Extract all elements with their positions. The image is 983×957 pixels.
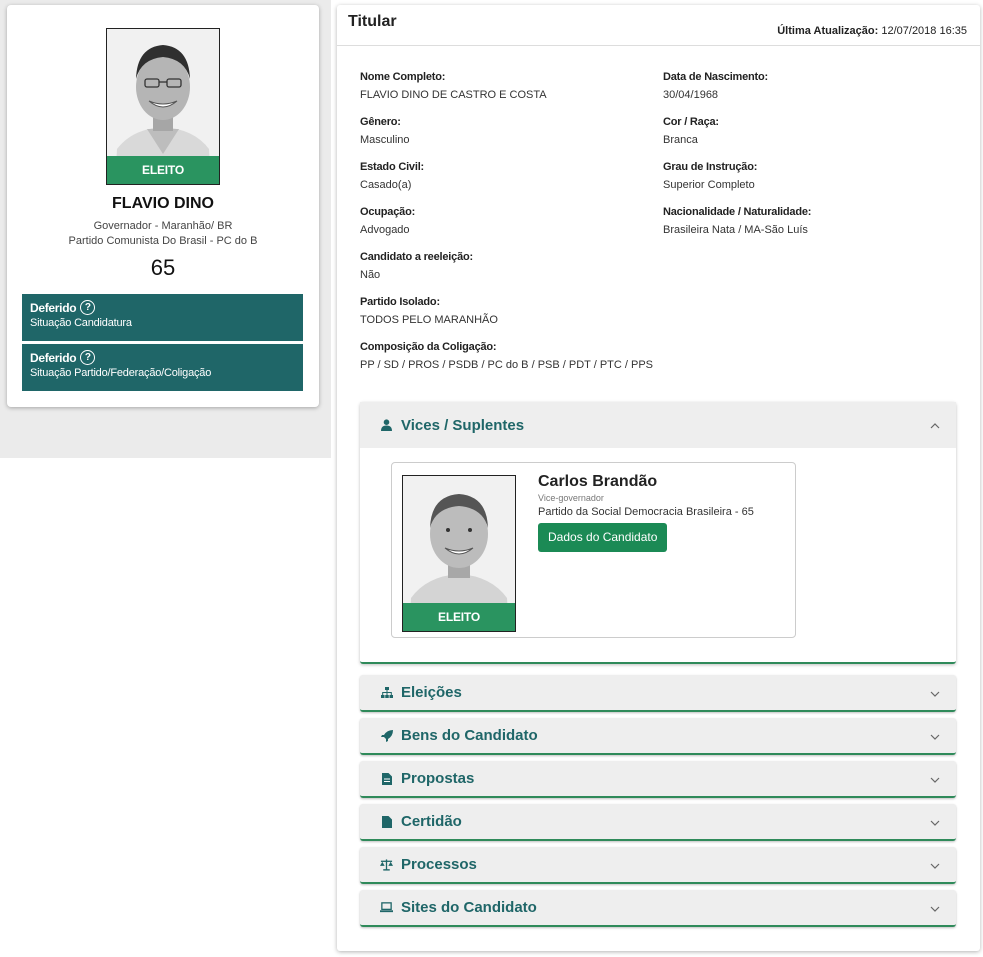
accordion-processos-title: Processos [401, 856, 477, 873]
candidate-data-button[interactable]: Dados do Candidato [538, 523, 668, 552]
chevron-down-icon[interactable] [930, 815, 940, 829]
accordion-propostas[interactable]: Propostas [360, 761, 956, 798]
accordion-propostas-title: Propostas [401, 770, 475, 787]
user-icon [380, 419, 393, 432]
candidate-name: FLAVIO DINO [112, 195, 214, 212]
last-update-value: 12/07/2018 16:35 [881, 25, 967, 37]
accordion-certidao[interactable]: Certidão [360, 804, 956, 841]
titular-title: Titular [348, 13, 397, 30]
status-partido: Deferido ? Situação Partido/Federação/Co… [22, 344, 303, 391]
accordion-sites[interactable]: Sites do Candidato [360, 890, 956, 927]
field-genero: Gênero: Masculino [360, 116, 410, 146]
status-subtitle: Situação Candidatura [30, 317, 132, 329]
accordion-processos[interactable]: Processos [360, 847, 956, 884]
candidate-party: Partido Comunista Do Brasil - PC do B [68, 235, 258, 247]
accordion-certidao-title: Certidão [401, 813, 462, 830]
titular-details-card: Titular Última Atualização: 12/07/2018 1… [337, 5, 980, 951]
field-nome: Nome Completo: FLAVIO DINO DE CASTRO E CO… [360, 71, 547, 101]
vice-party: Partido da Social Democracia Brasileira … [538, 506, 754, 518]
status-title: Deferido [30, 300, 77, 315]
balance-scale-icon [380, 858, 393, 871]
accordion-bens[interactable]: Bens do Candidato [360, 718, 956, 755]
vice-role: Vice-governador [538, 493, 604, 503]
laptop-icon [380, 901, 393, 914]
candidate-summary-card: ELEITO FLAVIO DINO Governador - Maranhão… [7, 5, 319, 407]
titular-header: Titular Última Atualização: 12/07/2018 1… [337, 5, 980, 46]
chevron-down-icon[interactable] [930, 858, 940, 872]
field-nascimento: Data de Nascimento: 30/04/1968 [663, 71, 769, 101]
field-partido-isolado: Partido Isolado: TODOS PELO MARANHÃO [360, 296, 498, 326]
chevron-down-icon[interactable] [930, 901, 940, 915]
document-text-icon [380, 772, 393, 785]
status-title: Deferido [30, 350, 77, 365]
sitemap-icon [380, 686, 393, 699]
accordion-eleicoes[interactable]: Eleições [360, 675, 956, 712]
vice-candidate-card: ELEITO Carlos Brandão Vice-governador Pa… [391, 462, 796, 638]
candidate-photo: ELEITO [106, 28, 220, 185]
vice-photo: ELEITO [402, 475, 516, 632]
file-icon [380, 815, 393, 828]
candidate-number: 65 [150, 255, 176, 280]
field-coligacao: Composição da Coligação: PP / SD / PROS /… [360, 341, 654, 371]
field-nacionalidade: Nacionalidade / Naturalidade: Brasileira … [663, 206, 812, 236]
vice-name: Carlos Brandão [538, 473, 658, 490]
field-ocupacao: Ocupação: Advogado [360, 206, 416, 236]
accordion-vices-header[interactable]: Vices / Suplentes [360, 402, 956, 448]
field-grau-instrucao: Grau de Instrução: Superior Completo [663, 161, 758, 191]
candidate-office: Governador - Maranhão/ BR [93, 220, 233, 232]
field-reeleicao: Candidato a reeleição: Não [360, 251, 473, 281]
elected-badge: ELEITO [107, 156, 219, 184]
last-update: Última Atualização: 12/07/2018 16:35 [777, 25, 967, 37]
accordion-eleicoes-title: Eleições [401, 684, 462, 701]
chevron-up-icon[interactable] [930, 418, 940, 432]
field-cor-raca: Cor / Raça: Branca [663, 116, 719, 146]
status-subtitle: Situação Partido/Federação/Coligação [30, 367, 212, 379]
last-update-label: Última Atualização: [777, 25, 879, 37]
help-icon[interactable]: ? [80, 300, 96, 315]
elected-badge: ELEITO [403, 603, 515, 631]
status-candidatura: Deferido ? Situação Candidatura [22, 294, 303, 341]
rocket-icon [380, 729, 393, 742]
chevron-down-icon[interactable] [930, 772, 940, 786]
accordion-vices: Vices / Suplentes ELEITO Carlos Brandão [360, 402, 956, 664]
chevron-down-icon[interactable] [930, 686, 940, 700]
accordion-bens-title: Bens do Candidato [401, 727, 538, 744]
chevron-down-icon[interactable] [930, 729, 940, 743]
accordion-sites-title: Sites do Candidato [401, 899, 537, 916]
accordion-vices-title: Vices / Suplentes [401, 416, 525, 434]
help-icon[interactable]: ? [80, 350, 96, 365]
field-estado-civil: Estado Civil: Casado(a) [360, 161, 425, 191]
